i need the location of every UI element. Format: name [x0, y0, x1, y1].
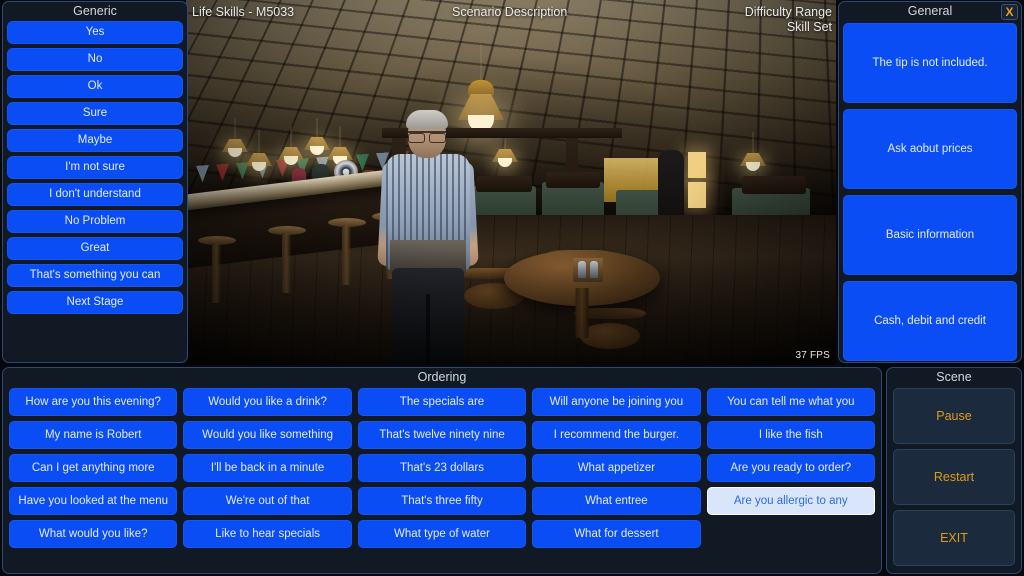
fps-counter: 37 FPS — [795, 350, 830, 361]
scene-button-pause[interactable]: Pause — [893, 388, 1015, 444]
scene-panel-title: Scene — [936, 370, 972, 384]
ordering-button-i-ll-be-back-in-a-minute[interactable]: I'll be back in a minute — [183, 454, 352, 482]
generic-button-no[interactable]: No — [7, 48, 183, 71]
scene-control-panel: Scene Pause Restart EXIT — [886, 367, 1022, 574]
ordering-button-what-would-you-like[interactable]: What would you like? — [9, 520, 178, 548]
general-button-list: The tip is not included. Ask aobut prices… — [839, 21, 1021, 361]
ordering-button-are-you-allergic-to-any[interactable]: Are you allergic to any — [706, 487, 875, 515]
generic-button-i-m-not-sure[interactable]: I'm not sure — [7, 156, 183, 179]
difficulty-skillset-label: Difficulty Range Skill Set — [745, 5, 832, 35]
bar-stool — [198, 236, 236, 306]
ordering-button-i-like-the-fish[interactable]: I like the fish — [706, 421, 875, 449]
skill-set-label: Skill Set — [786, 20, 832, 34]
ordering-button-you-can-tell-me-what-you[interactable]: You can tell me what you — [706, 388, 875, 416]
ordering-button-can-i-get-anything-more[interactable]: Can I get anything more — [9, 454, 178, 482]
ordering-button-we-re-out-of-that[interactable]: We're out of that — [183, 487, 352, 515]
scenario-description-label: Scenario Description — [452, 5, 568, 19]
ordering-button-what-type-of-water[interactable]: What type of water — [357, 520, 527, 548]
generic-button-no-problem[interactable]: No Problem — [7, 210, 183, 233]
ordering-button-like-to-hear-specials[interactable]: Like to hear specials — [183, 520, 352, 548]
pendant-light — [278, 126, 304, 165]
general-button-cash-debit-and-credit[interactable]: Cash, debit and credit — [843, 281, 1017, 361]
scene-button-exit[interactable]: EXIT — [893, 510, 1015, 566]
scene-viewport[interactable]: 37 FPS — [186, 0, 836, 365]
pendant-light — [222, 118, 248, 157]
scene-wall-lamp — [688, 182, 706, 208]
generic-button-ok[interactable]: Ok — [7, 75, 183, 98]
booth-table — [476, 176, 532, 192]
ordering-button-that-s-three-fifty[interactable]: That's three fifty — [357, 487, 527, 515]
pendant-light-main — [458, 44, 504, 132]
scene-button-list: Pause Restart EXIT — [887, 387, 1021, 566]
application-window: 37 FPS Life Skills - M5033 Scenario Desc… — [0, 0, 1024, 576]
scenario-title: Life Skills - M5033 — [192, 5, 295, 19]
generic-button-next-stage[interactable]: Next Stage — [7, 291, 183, 314]
ordering-button-would-you-like-a-drink[interactable]: Would you like a drink? — [183, 388, 352, 416]
ordering-button-are-you-ready-to-order[interactable]: Are you ready to order? — [706, 454, 875, 482]
ordering-button-grid: How are you this evening? Would you like … — [3, 387, 881, 548]
ordering-button-will-anyone-be-joining-you[interactable]: Will anyone be joining you — [532, 388, 701, 416]
generic-button-list: Yes No Ok Sure Maybe I'm not sure I don't unde… — [3, 21, 187, 314]
ordering-button-i-recommend-the-burger[interactable]: I recommend the burger. — [532, 421, 701, 449]
ordering-phrases-panel: Ordering How are you this evening? Would … — [2, 367, 882, 574]
ordering-button-that-s-twelve-ninety-nine[interactable]: That's twelve ninety nine — [357, 421, 527, 449]
general-button-basic-information[interactable]: Basic information — [843, 195, 1017, 275]
generic-button-sure[interactable]: Sure — [7, 102, 183, 125]
waiter-hair — [406, 110, 448, 129]
ordering-button-have-you-looked-at-the-menu[interactable]: Have you looked at the menu — [9, 487, 178, 515]
pendant-light — [740, 132, 766, 171]
ordering-button-what-for-dessert[interactable]: What for dessert — [532, 520, 701, 548]
ordering-button-that-s-23-dollars[interactable]: That's 23 dollars — [357, 454, 527, 482]
ordering-button-what-appetizer[interactable]: What appetizer — [532, 454, 701, 482]
close-icon[interactable]: X — [1001, 4, 1018, 20]
condiment-caddy — [571, 246, 605, 282]
booth-table — [546, 172, 600, 188]
generic-button-great[interactable]: Great — [7, 237, 183, 260]
pendant-light — [246, 130, 272, 171]
generic-button-that-s-something-you-can[interactable]: That's something you can — [7, 264, 183, 287]
booth-table — [742, 176, 806, 194]
generic-phrases-panel: Generic Yes No Ok Sure Maybe I'm not sure I do… — [2, 1, 188, 363]
waiter-legs — [392, 268, 464, 365]
scene-wall-lamp — [688, 152, 706, 178]
generic-panel-title: Generic — [73, 4, 117, 18]
general-phrases-panel: General X The tip is not included. Ask ao… — [838, 1, 1022, 363]
ordering-button-would-you-like-something[interactable]: Would you like something — [183, 421, 352, 449]
scene-button-restart[interactable]: Restart — [893, 449, 1015, 505]
generic-button-maybe[interactable]: Maybe — [7, 129, 183, 152]
generic-button-yes[interactable]: Yes — [7, 21, 183, 44]
ordering-button-what-entree[interactable]: What entree — [532, 487, 701, 515]
bar-stool — [328, 218, 366, 288]
ordering-button-how-are-you-this-evening[interactable]: How are you this evening? — [9, 388, 178, 416]
pendant-light — [327, 126, 353, 165]
generic-button-i-don-t-understand[interactable]: I don't understand — [7, 183, 183, 206]
ordering-button-the-specials-are[interactable]: The specials are — [357, 388, 527, 416]
general-button-ask-aobut-prices[interactable]: Ask aobut prices — [843, 109, 1017, 189]
general-button-the-tip-is-not-included[interactable]: The tip is not included. — [843, 23, 1017, 103]
bar-stool — [268, 226, 306, 296]
difficulty-range-label: Difficulty Range — [744, 5, 832, 19]
ordering-panel-title: Ordering — [417, 370, 467, 384]
glasses-icon — [407, 131, 447, 143]
ordering-button-my-name-is-robert[interactable]: My name is Robert — [9, 421, 178, 449]
waiter-character[interactable] — [377, 110, 479, 365]
general-panel-title: General — [907, 4, 953, 18]
